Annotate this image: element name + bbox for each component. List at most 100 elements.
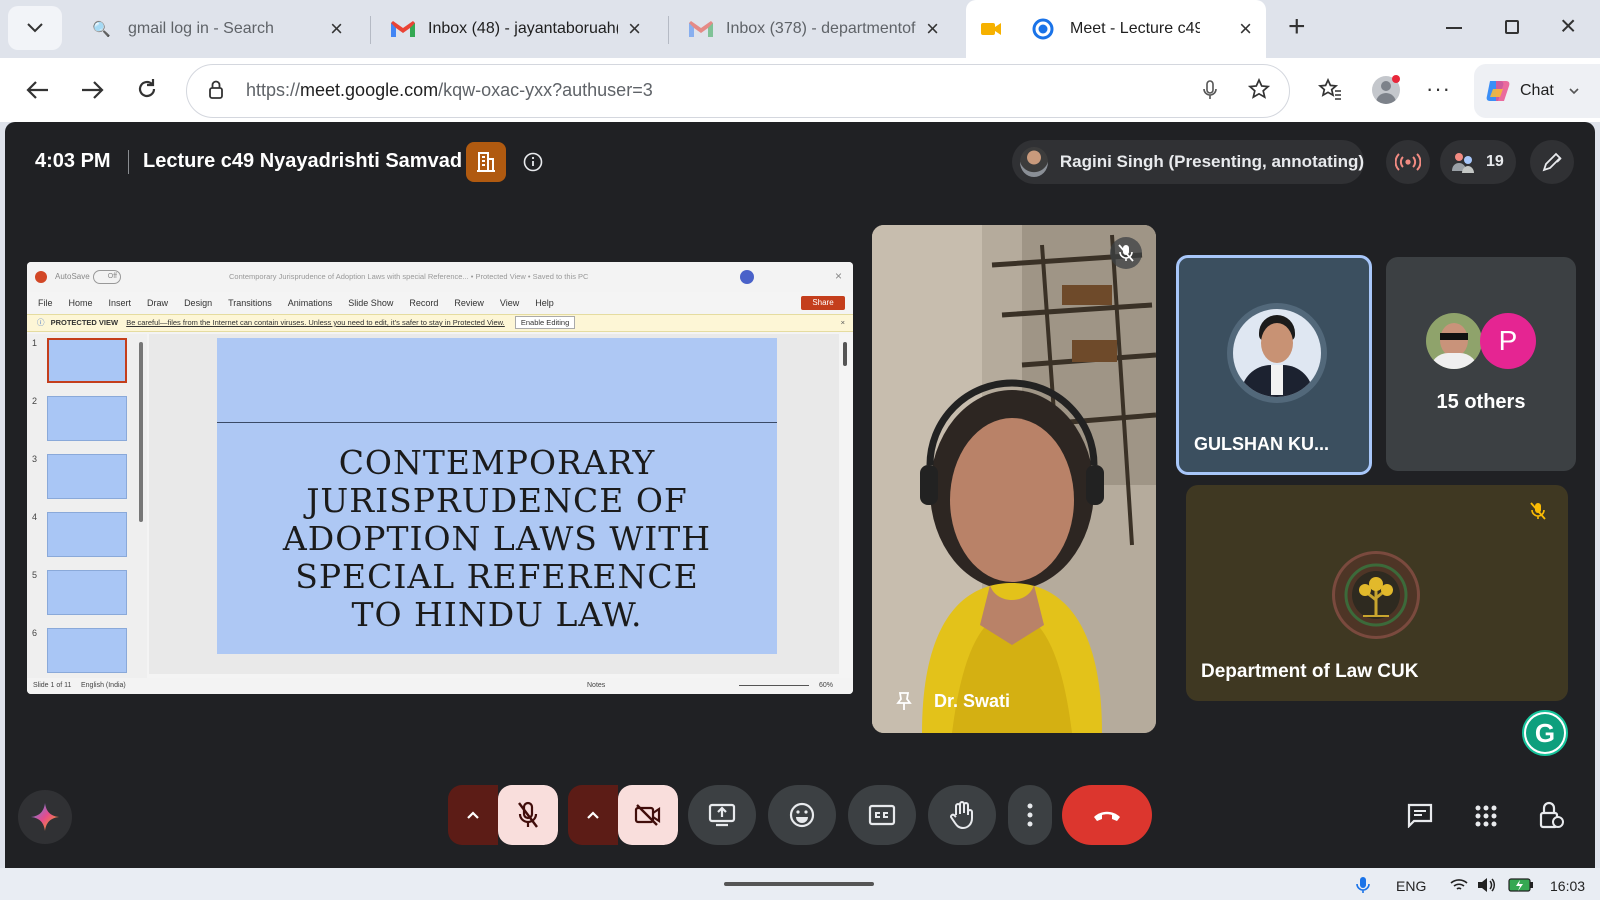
annotate-button[interactable] [1530,140,1574,184]
participant-name: GULSHAN KU... [1194,434,1329,454]
menu-home[interactable]: Home [69,298,93,308]
ppt-close-icon[interactable]: × [835,269,842,283]
ppt-share-button[interactable]: Share [801,296,845,310]
taskbar-mic-icon[interactable] [1356,876,1370,894]
close-icon[interactable]: × [841,315,845,331]
slide-thumbnail-4[interactable] [47,512,127,557]
participants-count: 19 [1486,153,1504,170]
present-screen-button[interactable] [688,785,756,845]
protected-message: Be careful—files from the Internet can c… [126,318,505,327]
more-vert-icon [1027,803,1033,827]
slide-thumbnail-3[interactable] [47,454,127,499]
tab-gmail-search[interactable]: 🔍 gmail log in - Search × [80,6,355,52]
tab-title: Meet - Lecture c49 [1070,20,1200,37]
menu-transitions[interactable]: Transitions [228,298,272,308]
screen-share-tile[interactable]: AutoSave Off Contemporary Jurisprudence … [27,262,853,694]
avatar-letter-text: P [1498,325,1518,356]
live-stream-button[interactable] [1386,140,1430,184]
close-window-button[interactable]: × [1560,10,1576,42]
chat-icon[interactable] [1406,802,1434,828]
menu-help[interactable]: Help [535,298,554,308]
participant-tile-department[interactable]: Department of Law CUK [1186,485,1568,701]
reactions-button[interactable] [768,785,836,845]
zoom-slider[interactable] [739,685,809,686]
keyboard-language[interactable]: ENG [1396,878,1426,894]
participant-tile-dr-swati[interactable]: Dr. Swati [872,225,1156,733]
menu-review[interactable]: Review [454,298,484,308]
info-icon[interactable] [523,152,543,172]
notes-button[interactable]: Notes [587,678,605,694]
wifi-icon[interactable] [1450,878,1468,892]
slide-thumbnail-1[interactable] [47,338,127,383]
favorites-icon[interactable] [1318,78,1342,100]
leave-call-button[interactable] [1062,785,1152,845]
minimize-button[interactable] [1446,27,1462,29]
tab-separator [668,16,669,44]
thumbnail-scrollbar[interactable] [139,342,143,522]
menu-design[interactable]: Design [184,298,212,308]
gemini-button[interactable] [18,790,72,844]
more-options-button[interactable] [1008,785,1052,845]
menu-view[interactable]: View [500,298,519,308]
autosave-toggle[interactable]: Off [93,270,121,284]
raise-hand-button[interactable] [928,785,996,845]
close-icon[interactable]: × [628,16,641,42]
menu-slideshow[interactable]: Slide Show [348,298,393,308]
mic-muted-badge [1524,497,1552,525]
presenter-chip[interactable]: Ragini Singh (Presenting, annotating) [1012,140,1364,184]
slide-scrollbar[interactable] [843,342,847,366]
participant-tile-gulshan[interactable]: GULSHAN KU... [1176,255,1372,475]
slide-thumbnail-6[interactable] [47,628,127,673]
battery-charging-icon[interactable] [1508,878,1534,892]
reload-icon[interactable] [136,78,158,100]
more-menu-icon[interactable]: ··· [1426,76,1451,102]
menu-draw[interactable]: Draw [147,298,168,308]
slide-thumbnail-5[interactable] [47,570,127,615]
video-options-button[interactable] [568,785,618,845]
captions-button[interactable] [848,785,916,845]
host-controls-badge[interactable] [466,142,506,182]
chevron-up-icon [467,811,479,819]
host-controls-lock-icon[interactable] [1538,800,1564,830]
close-icon[interactable]: × [926,16,939,42]
tab-inbox-378[interactable]: Inbox (378) - departmentof × [676,6,951,52]
menu-animations[interactable]: Animations [288,298,333,308]
tab-inbox-48[interactable]: Inbox (48) - jayantaboruah( × [378,6,653,52]
slide-count: Slide 1 of 11 [33,682,72,689]
menu-file[interactable]: File [38,298,53,308]
enable-editing-button[interactable]: Enable Editing [514,316,576,329]
main-slide[interactable]: CONTEMPORARY JURISPRUDENCE OF ADOPTION L… [217,338,777,654]
participant-name: Dr. Swati [934,691,1011,711]
microphone-icon[interactable] [1203,80,1217,100]
restore-button[interactable] [1505,20,1519,34]
home-indicator[interactable] [724,882,874,886]
participants-button[interactable]: 19 [1440,140,1516,184]
star-icon[interactable] [1248,78,1270,100]
mic-muted-badge [1110,237,1142,269]
url-host: meet.google.com [300,80,439,100]
forward-icon[interactable] [80,80,104,100]
tab-meet-active[interactable]: Meet - Lecture c49 × [966,0,1266,58]
close-icon[interactable]: × [330,16,343,42]
close-icon[interactable]: × [1239,16,1252,42]
menu-insert[interactable]: Insert [109,298,132,308]
camera-toggle-button[interactable] [618,785,678,845]
participant-tile-others[interactable]: P 15 others [1386,257,1576,471]
camera-off-icon [634,804,661,826]
slide-thumbnail-2[interactable] [47,396,127,441]
lock-icon[interactable] [208,80,224,100]
menu-record[interactable]: Record [409,298,438,308]
activities-grid-icon[interactable] [1474,804,1498,828]
audio-options-button[interactable] [448,785,498,845]
participant-name: Department of Law CUK [1201,661,1419,682]
back-icon[interactable] [26,80,50,100]
copilot-chat-button[interactable]: Chat [1474,64,1600,118]
url-text[interactable]: https://meet.google.com/kqw-oxac-yxx?aut… [246,80,653,101]
chat-label: Chat [1520,82,1554,99]
grammarly-icon[interactable]: G [1522,710,1568,756]
microphone-toggle-button[interactable] [498,785,558,845]
tab-list-dropdown[interactable] [8,6,62,50]
volume-icon[interactable] [1476,877,1496,893]
new-tab-button[interactable]: + [1288,10,1306,44]
avatar [1426,313,1482,369]
